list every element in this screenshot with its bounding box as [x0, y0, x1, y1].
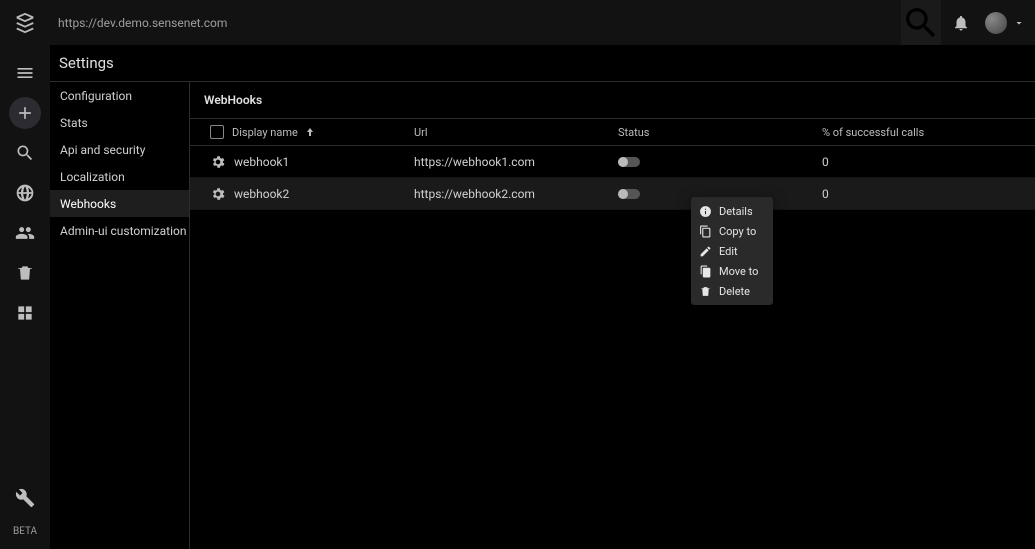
notifications-button[interactable]	[941, 0, 981, 45]
gear-icon	[210, 154, 226, 170]
rail-search-button[interactable]	[9, 137, 41, 169]
col-label: Status	[618, 126, 649, 139]
content-heading: WebHooks	[190, 82, 1035, 118]
beta-label: BETA	[13, 526, 37, 537]
table-row[interactable]: webhook2 https://webhook2.com 0	[190, 178, 1035, 210]
sidebar-item-webhooks[interactable]: Webhooks	[50, 190, 189, 217]
info-icon	[699, 205, 719, 218]
col-success[interactable]: % of successful calls	[822, 126, 1035, 139]
menu-item-delete[interactable]: Delete	[691, 281, 773, 301]
menu-item-move-to[interactable]: Move to	[691, 261, 773, 281]
sidebar-item-label: Localization	[60, 170, 125, 184]
sidebar-item-api-security[interactable]: Api and security	[50, 136, 189, 163]
content-main: WebHooks Display name Url Status % of su…	[190, 82, 1035, 549]
sidebar-item-label: Stats	[60, 116, 88, 130]
add-button[interactable]	[9, 97, 41, 129]
cell-name: webhook2	[234, 187, 289, 201]
sort-asc-icon	[304, 126, 316, 138]
rail-globe-button[interactable]	[9, 177, 41, 209]
sidebar-item-label: Configuration	[60, 89, 132, 103]
app-logo[interactable]	[0, 0, 50, 45]
settings-sidebar: Configuration Stats Api and security Loc…	[50, 82, 190, 549]
menu-item-label: Details	[719, 205, 753, 218]
cell-url: https://webhook2.com	[414, 187, 535, 201]
sidebar-item-localization[interactable]: Localization	[50, 163, 189, 190]
rail-apps-button[interactable]	[9, 297, 41, 329]
left-rail: BETA	[0, 45, 50, 549]
rail-settings-button[interactable]	[9, 482, 41, 514]
user-menu-chevron[interactable]	[1013, 17, 1025, 29]
col-url[interactable]: Url	[414, 126, 618, 139]
col-label: Display name	[232, 126, 298, 139]
menu-item-edit[interactable]: Edit	[691, 241, 773, 261]
url-display: https://dev.demo.sensenet.com	[50, 16, 227, 30]
delete-icon	[699, 285, 719, 298]
cell-success: 0	[822, 187, 829, 201]
status-toggle[interactable]	[618, 157, 640, 167]
sidebar-item-stats[interactable]: Stats	[50, 109, 189, 136]
sidebar-item-label: Admin-ui customization	[60, 224, 186, 238]
rail-trash-button[interactable]	[9, 257, 41, 289]
select-all-checkbox[interactable]	[210, 125, 224, 139]
gear-icon	[210, 186, 226, 202]
cell-url: https://webhook1.com	[414, 155, 535, 169]
copy-icon	[699, 225, 719, 238]
cell-name: webhook1	[234, 155, 289, 169]
menu-toggle-button[interactable]	[9, 57, 41, 89]
page-title: Settings	[50, 45, 1035, 81]
menu-item-label: Copy to	[719, 225, 756, 238]
sidebar-item-label: Api and security	[60, 143, 145, 157]
move-icon	[699, 265, 719, 278]
sidebar-item-label: Webhooks	[60, 197, 116, 211]
cell-success: 0	[822, 155, 829, 169]
edit-icon	[699, 245, 719, 258]
menu-item-copy-to[interactable]: Copy to	[691, 221, 773, 241]
col-label: % of successful calls	[822, 126, 924, 139]
context-menu: Details Copy to Edit Move to Delete	[691, 197, 773, 305]
sidebar-item-configuration[interactable]: Configuration	[50, 82, 189, 109]
table-header: Display name Url Status % of successful …	[190, 118, 1035, 146]
menu-item-label: Edit	[719, 245, 738, 258]
rail-users-button[interactable]	[9, 217, 41, 249]
menu-item-label: Delete	[719, 285, 750, 298]
menu-item-label: Move to	[719, 265, 758, 278]
col-label: Url	[414, 126, 428, 139]
page-body: Settings Configuration Stats Api and sec…	[50, 45, 1035, 549]
table-row[interactable]: webhook1 https://webhook1.com 0	[190, 146, 1035, 178]
top-bar: https://dev.demo.sensenet.com	[0, 0, 1035, 45]
user-avatar[interactable]	[985, 12, 1007, 34]
status-toggle[interactable]	[618, 189, 640, 199]
global-search-button[interactable]	[901, 0, 941, 45]
col-status[interactable]: Status	[618, 126, 822, 139]
col-display-name[interactable]: Display name	[210, 125, 414, 139]
sidebar-item-admin-ui[interactable]: Admin-ui customization	[50, 217, 189, 244]
menu-item-details[interactable]: Details	[691, 201, 773, 221]
